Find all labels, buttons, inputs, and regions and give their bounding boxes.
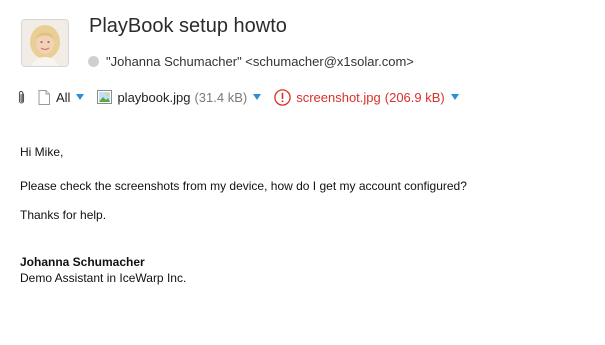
attachments-bar: All playbook.jpg (31.4 kB) screenshot.jp… — [17, 88, 459, 106]
body-greeting: Hi Mike, — [20, 145, 64, 159]
attachment-size: (206.9 kB) — [384, 89, 445, 105]
chevron-down-icon[interactable] — [450, 94, 459, 100]
attachment-name: playbook.jpg — [117, 89, 191, 105]
presence-status-icon — [88, 55, 99, 67]
sender-address[interactable]: "Johanna Schumacher" <schumacher@x1solar… — [106, 54, 414, 69]
signature-title: Demo Assistant in IceWarp Inc. — [20, 271, 187, 285]
paperclip-icon — [17, 90, 26, 105]
chevron-down-icon[interactable] — [253, 94, 262, 100]
signature-name: Johanna Schumacher — [20, 255, 145, 269]
attachment-name: screenshot.jpg — [296, 89, 381, 105]
body-paragraph: Please check the screenshots from my dev… — [20, 179, 467, 193]
chevron-down-icon[interactable] — [76, 94, 85, 100]
attachment-item[interactable]: screenshot.jpg (206.9 kB) — [274, 88, 459, 106]
avatar-photo — [22, 20, 68, 66]
error-icon — [274, 88, 291, 106]
body-closing: Thanks for help. — [20, 208, 107, 222]
message-subject: PlayBook setup howto — [89, 15, 287, 37]
attachment-all-label: All — [56, 89, 71, 105]
image-file-icon — [97, 90, 113, 104]
attachment-item[interactable]: playbook.jpg (31.4 kB) — [97, 89, 262, 105]
sender-line: "Johanna Schumacher" <schumacher@x1solar… — [88, 53, 414, 69]
attachment-all[interactable]: All — [38, 89, 85, 105]
sender-avatar — [22, 20, 68, 66]
attachment-size: (31.4 kB) — [194, 89, 248, 105]
document-icon — [38, 89, 50, 105]
